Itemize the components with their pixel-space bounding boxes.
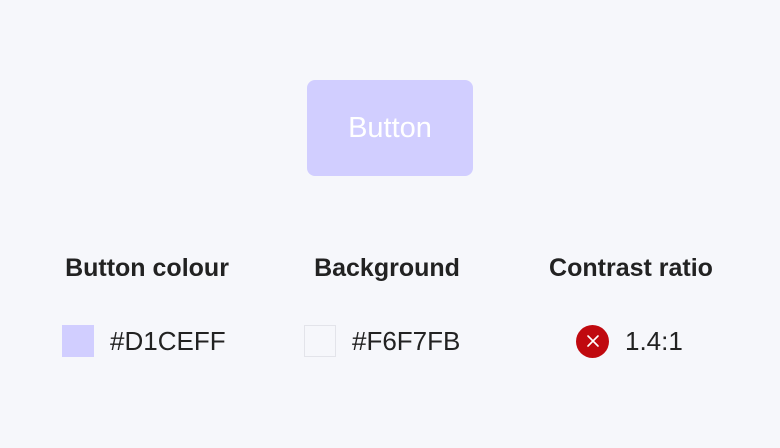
button-colour-value-row: #D1CEFF [62,324,226,358]
background-value-row: #F6F7FB [304,324,460,358]
contrast-ratio-value-row: 1.4:1 [576,324,683,358]
button-colour-swatch [62,325,94,357]
error-x-icon [576,324,609,358]
background-hex: #F6F7FB [352,325,461,356]
contrast-ratio-value: 1.4:1 [625,325,683,356]
button-colour-hex: #D1CEFF [110,325,226,356]
background-swatch [304,325,336,357]
button-colour-header: Button colour [65,254,229,282]
background-header: Background [314,254,460,282]
sample-button[interactable]: Button [307,80,473,176]
contrast-ratio-header: Contrast ratio [549,254,713,282]
